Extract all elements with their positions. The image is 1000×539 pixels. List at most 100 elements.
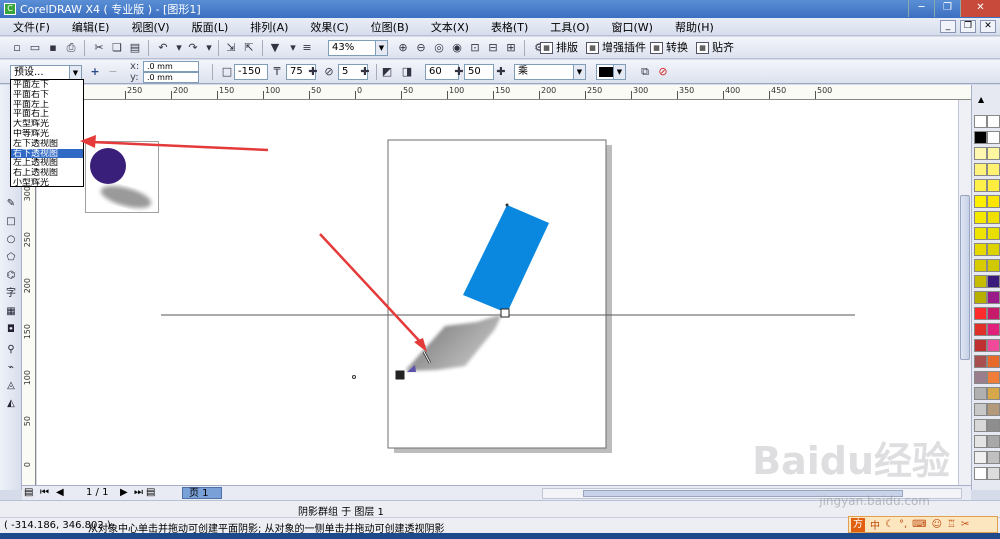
palette-swatch[interactable] — [987, 307, 1000, 320]
next-page-icon[interactable]: ▶ — [120, 487, 128, 498]
palette-swatch[interactable] — [987, 387, 1000, 400]
palette-swatch[interactable] — [987, 211, 1000, 224]
zoom-height-icon[interactable]: ⊞ — [504, 41, 518, 55]
palette-swatch[interactable] — [987, 291, 1000, 304]
shadow-color-select[interactable]: ▼ — [596, 64, 626, 80]
menu-window[interactable]: 窗口(W) — [599, 19, 662, 35]
convert-button[interactable]: ▦ 转换 — [650, 40, 688, 56]
ime-shirt-icon[interactable]: ♖ — [947, 519, 956, 530]
palette-swatch[interactable] — [987, 195, 1000, 208]
menu-table[interactable]: 表格(T) — [478, 19, 537, 35]
transparency-mode-select[interactable]: 乘 ▼ — [514, 64, 586, 80]
close-button[interactable]: ✕ — [960, 0, 1000, 17]
palette-scroll-up-icon[interactable]: ▲ — [978, 95, 984, 104]
palette-swatch[interactable] — [987, 131, 1000, 144]
ime-language[interactable]: 中 — [870, 517, 880, 532]
doc-close-button[interactable]: ✕ — [980, 20, 996, 33]
snap-button[interactable]: ▦ 贴齐 — [696, 40, 734, 56]
ime-user-icon[interactable]: ☺ — [932, 519, 942, 530]
zoom-in-icon[interactable]: ⊕ — [396, 41, 410, 55]
preset-option[interactable]: 平面右上 — [11, 109, 83, 119]
palette-swatch[interactable] — [987, 403, 1000, 416]
add-page-icon[interactable]: ▤ — [146, 487, 155, 498]
last-page-icon[interactable]: ⏭ — [134, 487, 143, 498]
minimize-button[interactable]: ─ — [908, 0, 934, 17]
add-preset-icon[interactable]: + — [88, 65, 102, 79]
ime-moon-icon[interactable]: ☾ — [885, 519, 894, 530]
welcome-screen-icon[interactable]: ≡ — [300, 41, 314, 55]
shadow-end-handle[interactable] — [394, 369, 406, 381]
palette-swatch[interactable] — [974, 275, 987, 288]
palette-swatch[interactable] — [987, 147, 1000, 160]
launcher-dropdown-icon[interactable]: ▾ — [286, 41, 300, 55]
undo-dropdown-icon[interactable]: ▾ — [172, 41, 186, 55]
rectangle-tool-icon[interactable]: □ — [4, 215, 18, 229]
zoom-level-select[interactable]: 43% ▼ — [328, 40, 388, 56]
maximize-button[interactable]: ❐ — [934, 0, 960, 17]
fill-tool-icon[interactable]: ✎ — [4, 197, 18, 211]
export-icon[interactable]: ⇱ — [242, 41, 256, 55]
menu-layout[interactable]: 版面(L) — [179, 19, 238, 35]
ime-logo-icon[interactable]: 方 — [851, 517, 865, 532]
menu-effects[interactable]: 效果(C) — [297, 19, 357, 35]
import-icon[interactable]: ⇲ — [224, 41, 238, 55]
palette-swatch[interactable] — [987, 371, 1000, 384]
doc-minimize-button[interactable]: _ — [940, 20, 956, 33]
eyedropper-tool-icon[interactable]: ⚲ — [4, 343, 18, 357]
new-document-icon[interactable]: ▫ — [10, 41, 24, 55]
palette-swatch[interactable] — [974, 211, 987, 224]
palette-swatch[interactable] — [974, 163, 987, 176]
preset-option[interactable]: 中等辉光 — [11, 129, 83, 139]
menu-text[interactable]: 文本(X) — [418, 19, 478, 35]
remove-preset-icon[interactable]: − — [106, 65, 120, 79]
menu-bitmaps[interactable]: 位图(B) — [358, 19, 418, 35]
clear-shadow-icon[interactable]: ⊘ — [656, 65, 670, 79]
palette-swatch[interactable] — [974, 291, 987, 304]
palette-swatch[interactable] — [974, 147, 987, 160]
palette-swatch[interactable] — [974, 435, 987, 448]
ime-punct-icon[interactable]: °, — [899, 519, 907, 530]
copy-icon[interactable]: ❏ — [110, 41, 124, 55]
palette-swatch[interactable] — [987, 275, 1000, 288]
polygon-tool-icon[interactable]: ⬠ — [4, 251, 18, 265]
preset-option[interactable]: 小型辉光 — [11, 178, 83, 188]
typeset-button[interactable]: ▦ 排版 — [540, 40, 578, 56]
palette-swatch[interactable] — [974, 179, 987, 192]
menu-edit[interactable]: 编辑(E) — [59, 19, 119, 35]
zoom-all-icon[interactable]: ◉ — [450, 41, 464, 55]
palette-swatch[interactable] — [987, 435, 1000, 448]
palette-swatch[interactable] — [974, 131, 987, 144]
palette-swatch[interactable] — [987, 339, 1000, 352]
interactive-fill-tool-icon[interactable]: ◭ — [4, 397, 18, 411]
paste-icon[interactable]: ▤ — [128, 41, 142, 55]
palette-swatch[interactable] — [974, 355, 987, 368]
palette-swatch[interactable] — [974, 195, 987, 208]
palette-swatch[interactable] — [987, 323, 1000, 336]
fade-input[interactable]: 50 — [464, 64, 494, 80]
menu-help[interactable]: 帮助(H) — [662, 19, 723, 35]
plugin-button[interactable]: ▦ 增强插件 — [586, 40, 646, 56]
palette-swatch[interactable] — [974, 387, 987, 400]
smart-fill-tool-icon[interactable]: ◬ — [4, 379, 18, 393]
palette-swatch[interactable] — [987, 227, 1000, 240]
fade-slider-icon[interactable]: ✚ — [494, 65, 508, 79]
redo-dropdown-icon[interactable]: ▾ — [202, 41, 216, 55]
ime-tools-icon[interactable]: ✂ — [961, 519, 969, 530]
palette-swatch[interactable] — [987, 243, 1000, 256]
zoom-width-icon[interactable]: ⊟ — [486, 41, 500, 55]
menu-view[interactable]: 视图(V) — [118, 19, 178, 35]
preset-option[interactable]: 大型辉光 — [11, 119, 83, 129]
palette-swatch[interactable] — [974, 467, 987, 480]
feather-edges-icon[interactable]: ◨ — [400, 65, 414, 79]
preset-option[interactable]: 左下透视图 — [11, 139, 83, 149]
opacity-slider-icon[interactable]: ✚ — [306, 65, 320, 79]
palette-swatch[interactable] — [974, 403, 987, 416]
menu-tools[interactable]: 工具(O) — [537, 19, 598, 35]
save-icon[interactable]: ▪ — [46, 41, 60, 55]
vertical-scroll-thumb[interactable] — [960, 195, 970, 360]
feather-direction-icon[interactable]: ◩ — [380, 65, 394, 79]
palette-swatch[interactable] — [987, 259, 1000, 272]
x-offset-input[interactable]: .0 mm — [143, 61, 199, 72]
prev-page-icon[interactable]: ◀ — [56, 487, 64, 498]
palette-swatch[interactable] — [974, 115, 987, 128]
